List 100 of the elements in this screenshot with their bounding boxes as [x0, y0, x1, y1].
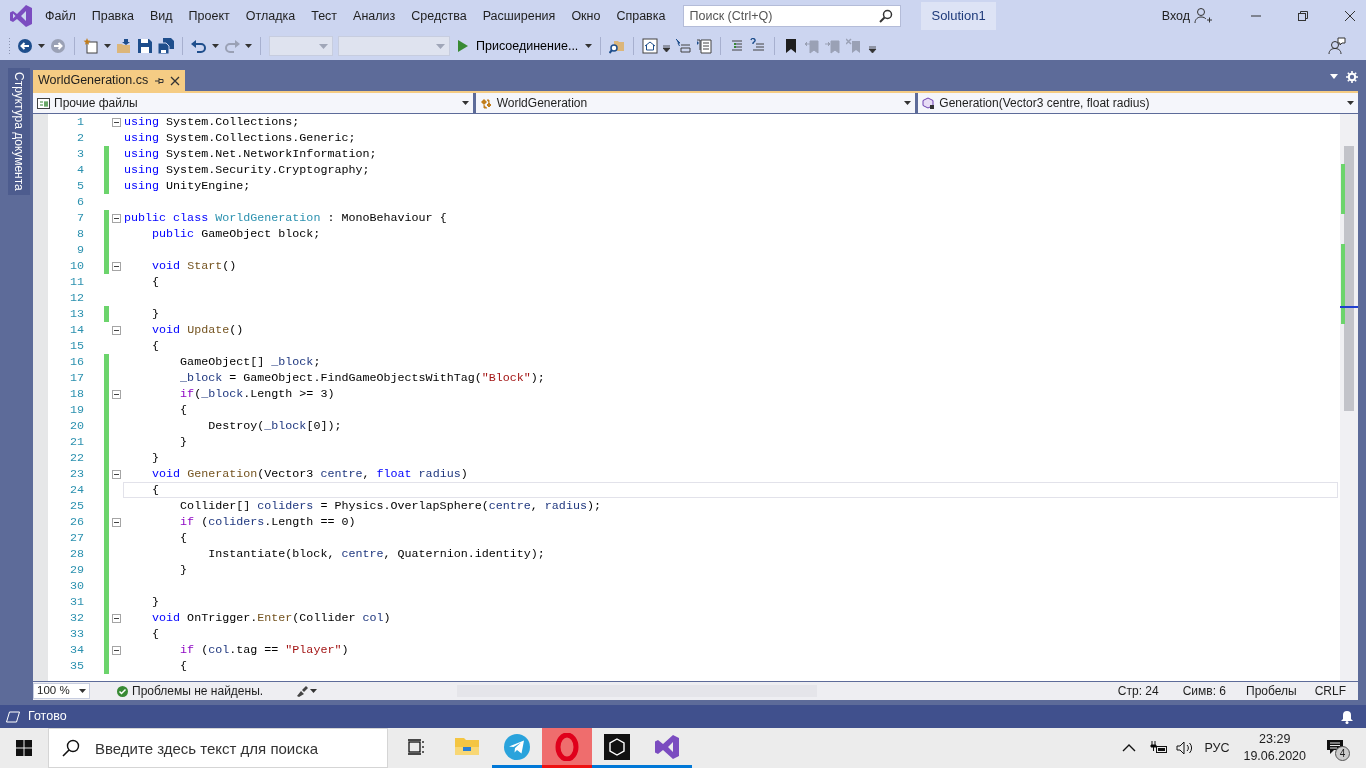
language-indicator[interactable]: РУС: [1204, 738, 1230, 758]
line-number: 2: [76, 130, 85, 146]
back-icon[interactable]: [17, 38, 33, 54]
uncomment-lines-icon[interactable]: [750, 38, 767, 54]
document-tab[interactable]: WorldGeneration.cs: [33, 70, 186, 91]
code-line: void Update(): [151, 322, 245, 338]
column-indicator: Симв: 6: [1182, 683, 1227, 700]
line-number: 28: [68, 546, 85, 562]
brush-icon[interactable]: [295, 685, 318, 697]
menu-item[interactable]: Вид: [141, 6, 181, 26]
menu-item[interactable]: Окно: [563, 6, 609, 26]
find-in-files-icon[interactable]: [609, 38, 626, 54]
line-number: 14: [68, 322, 85, 338]
paper-plane-icon[interactable]: [503, 732, 531, 761]
zoom-dropdown[interactable]: 100 %: [33, 683, 90, 699]
line-number: 4: [76, 162, 85, 178]
document-outline-icon[interactable]: [696, 38, 713, 54]
line-ending-indicator[interactable]: CRLF: [1314, 682, 1346, 700]
save-all-icon[interactable]: [158, 38, 174, 54]
select-icon[interactable]: [675, 38, 692, 54]
cube-icon[interactable]: [603, 732, 631, 761]
collapse-toggle[interactable]: [112, 261, 121, 271]
collapse-toggle[interactable]: [112, 613, 121, 623]
collapse-toggle[interactable]: [112, 645, 121, 655]
menu-item[interactable]: Анализ: [345, 6, 404, 26]
code-line: if(_block.Length >= 3): [179, 386, 336, 402]
new-item-icon[interactable]: [83, 38, 99, 54]
infinity-icon[interactable]: [653, 732, 681, 761]
code-line: GameObject[] _block;: [179, 354, 322, 370]
restore-icon[interactable]: [1297, 10, 1309, 22]
volume-icon[interactable]: [1176, 741, 1195, 755]
navigation-dropdown[interactable]: Прочие файлы: [33, 93, 473, 113]
taskbar-search-field[interactable]: Введите здесь текст для поиска: [48, 728, 388, 768]
sign-in-link[interactable]: Вход: [1161, 6, 1190, 26]
code-line: public GameObject block;: [151, 226, 322, 242]
pin-icon[interactable]: [154, 75, 165, 86]
code-line: {: [179, 402, 189, 418]
line-number: 13: [68, 306, 85, 322]
settings-icon[interactable]: [1346, 70, 1358, 83]
task-view-icon[interactable]: [408, 738, 426, 755]
notification-bell-icon[interactable]: [1340, 709, 1354, 724]
code-line: using System.Collections;: [123, 114, 301, 130]
method-icon: [922, 96, 936, 110]
line-number: 1: [76, 114, 85, 130]
menu-item[interactable]: Средства: [403, 6, 475, 26]
chevron-up-icon[interactable]: [1122, 744, 1137, 752]
collapse-toggle[interactable]: [112, 389, 121, 399]
line-number: 10: [68, 258, 85, 274]
caret-icon[interactable]: [1330, 74, 1338, 79]
home-icon[interactable]: [642, 38, 659, 54]
collapse-toggle[interactable]: [112, 325, 121, 335]
close-icon[interactable]: [1344, 10, 1356, 22]
line-number: 8: [76, 226, 85, 242]
navigation-dropdown[interactable]: WorldGeneration: [475, 93, 916, 113]
caret-icon: [436, 43, 445, 49]
app-logo: [9, 4, 33, 28]
line-number: 21: [68, 434, 85, 450]
code-line: {: [179, 530, 189, 546]
menu-item[interactable]: Проект: [180, 6, 238, 26]
navigation-dropdown[interactable]: Generation(Vector3 centre, float radius): [918, 93, 1358, 113]
live-share-icon[interactable]: [1328, 37, 1346, 55]
vertical-scrollbar[interactable]: [1340, 114, 1358, 681]
menu-item[interactable]: Тест: [303, 6, 346, 26]
output-icon: [6, 710, 20, 723]
collapse-toggle[interactable]: [112, 517, 121, 527]
attach-button[interactable]: Присоединение...: [474, 36, 581, 56]
menu-item[interactable]: Файл: [37, 6, 84, 26]
code-line: if (coliders.Length == 0): [179, 514, 357, 530]
clock-date[interactable]: 19.06.2020: [1243, 748, 1306, 765]
menu-item[interactable]: Справка: [608, 6, 674, 26]
add-user-icon[interactable]: [1194, 7, 1212, 25]
code-line: public class WorldGeneration : MonoBehaviour {: [123, 210, 448, 226]
undo-icon[interactable]: [191, 38, 207, 54]
close-icon[interactable]: [170, 75, 181, 86]
collapse-toggle[interactable]: [112, 213, 121, 223]
code-line: {: [151, 274, 161, 290]
collapse-toggle[interactable]: [112, 117, 121, 127]
clock-time[interactable]: 23:29: [1259, 731, 1291, 748]
windows-start-icon[interactable]: [16, 740, 32, 756]
line-number: 35: [68, 658, 85, 674]
issues-status[interactable]: Проблемы не найдены.: [132, 682, 264, 700]
menu-item[interactable]: Расширения: [474, 6, 564, 26]
collapse-toggle[interactable]: [112, 469, 121, 479]
forward-icon[interactable]: [50, 38, 66, 54]
menu-item[interactable]: Правка: [83, 6, 142, 26]
play-icon[interactable]: [455, 39, 469, 53]
save-icon[interactable]: [137, 38, 153, 54]
line-number: 15: [68, 338, 85, 354]
code-line: void OnTrigger.Enter(Collider col): [151, 610, 392, 626]
battery-icon[interactable]: [1150, 741, 1169, 755]
code-line: using UnityEngine;: [123, 178, 252, 194]
code-line: }: [179, 562, 189, 578]
code-line: if (col.tag == "Player"): [179, 642, 350, 658]
search-field[interactable]: Поиск (Ctrl+Q): [683, 5, 902, 27]
menu-item[interactable]: Отладка: [237, 6, 304, 26]
indentation-indicator[interactable]: Пробелы: [1246, 682, 1297, 700]
side-tab[interactable]: Структура документа: [8, 68, 30, 195]
caret-icon: [79, 689, 86, 693]
line-number: 17: [68, 370, 85, 386]
open-folder-icon[interactable]: [116, 38, 132, 54]
